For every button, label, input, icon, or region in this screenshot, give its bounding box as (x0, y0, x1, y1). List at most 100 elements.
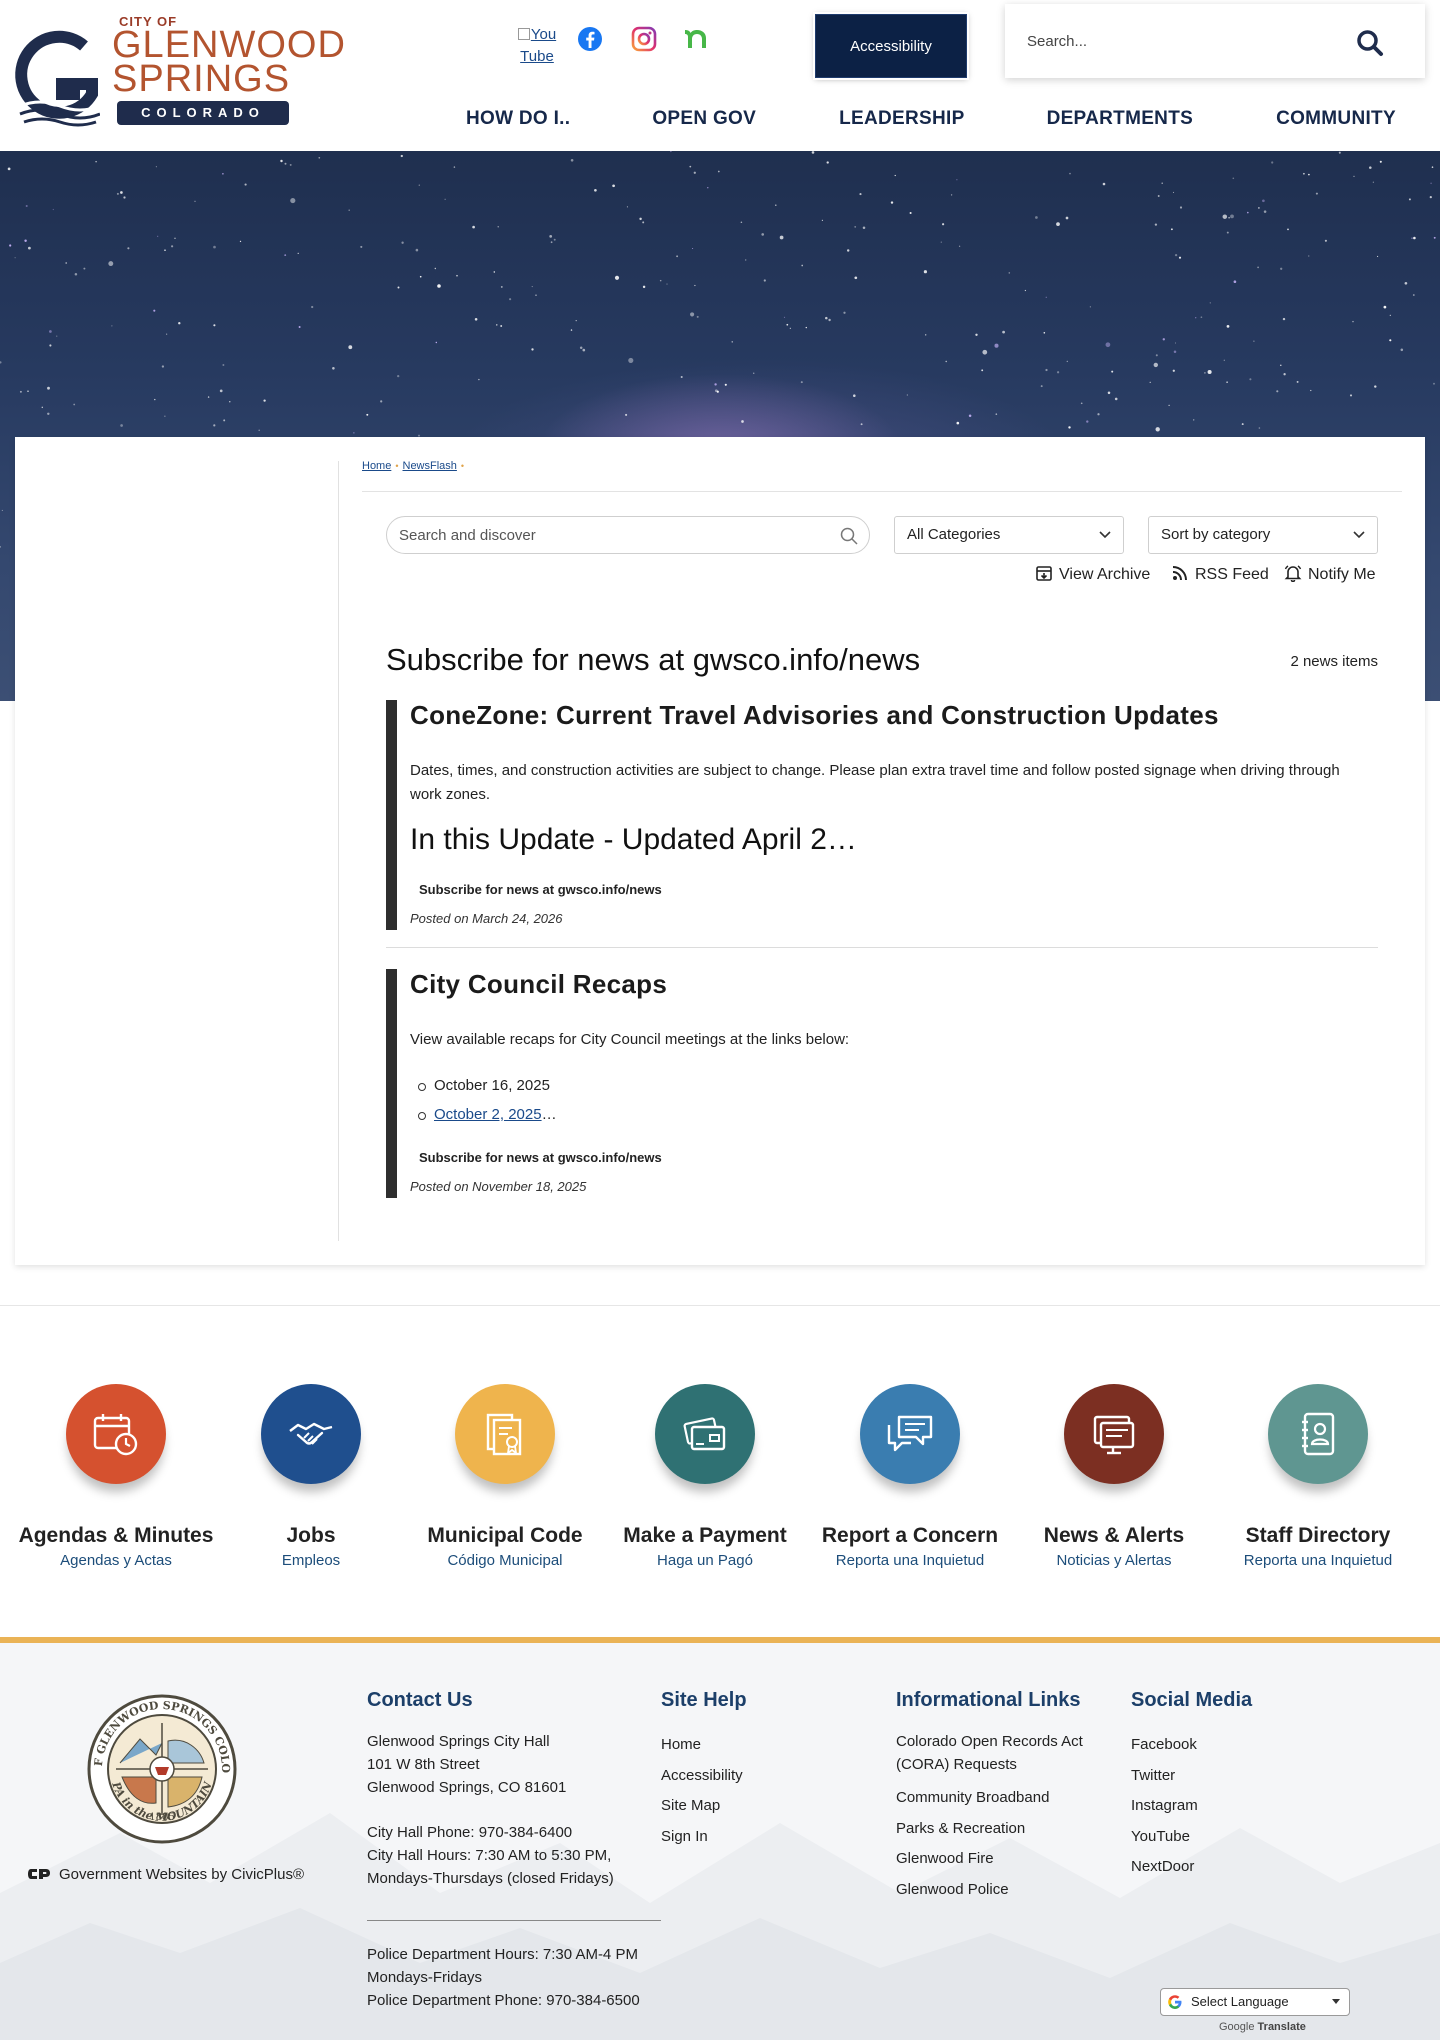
nav-leadership[interactable]: LEADERSHIP (839, 104, 964, 134)
star (415, 248, 419, 252)
main-nav: HOW DO I.. OPEN GOV LEADERSHIP DEPARTMEN… (436, 104, 1436, 134)
star (213, 424, 216, 427)
accessibility-button[interactable]: Accessibility (815, 14, 967, 78)
breadcrumb: Home • NewsFlash • (362, 460, 468, 472)
quick-link-circle (261, 1384, 361, 1484)
civicplus-credit[interactable]: Government Websites by CivicPlus® (27, 1866, 304, 1883)
breadcrumb-newsflash[interactable]: NewsFlash (403, 460, 457, 472)
star (1154, 223, 1158, 226)
contact-divider (367, 1920, 661, 1921)
star (786, 323, 789, 326)
star (1308, 255, 1310, 257)
footer-link-fire[interactable]: Glenwood Fire (896, 1844, 1083, 1875)
recap-link[interactable]: October 2, 2025 (434, 1106, 542, 1123)
star (1433, 236, 1436, 239)
footer-link-broadband[interactable]: Community Broadband (896, 1783, 1083, 1814)
footer-link-cora[interactable]: Colorado Open Records Act (CORA) Requests (896, 1730, 1083, 1776)
star (1249, 378, 1252, 381)
site-footer: 1885 CITY OF GLENWOOD SPRINGS COLORADO S… (0, 1643, 1440, 2040)
star (1276, 390, 1279, 393)
star (1155, 427, 1160, 432)
star (1200, 316, 1203, 319)
star (453, 166, 456, 168)
news-item-count: 2 news items (1290, 653, 1378, 670)
footer-link-home[interactable]: Home (661, 1730, 747, 1761)
star (229, 401, 231, 403)
footer-link-youtube[interactable]: YouTube (1131, 1822, 1252, 1853)
star (1241, 423, 1244, 426)
star (400, 154, 403, 158)
quick-link-subtitle: Reporta una Inquietud (1243, 1552, 1393, 1569)
nav-departments[interactable]: DEPARTMENTS (1047, 104, 1194, 134)
news-item-title[interactable]: ConeZone: Current Travel Advisories and … (410, 700, 1219, 731)
contact-line: Mondays-Thursdays (closed Fridays) (367, 1870, 614, 1887)
sidebar-divider (338, 461, 339, 1241)
star (1045, 296, 1047, 298)
nav-community[interactable]: COMMUNITY (1276, 104, 1396, 134)
star (805, 326, 807, 329)
breadcrumb-home[interactable]: Home (362, 460, 391, 472)
star (612, 184, 615, 188)
star (111, 325, 113, 327)
star (1008, 272, 1011, 274)
footer-link-police[interactable]: Glenwood Police (896, 1875, 1083, 1906)
footer-site-help-heading: Site Help (661, 1689, 747, 1711)
footer-link-site-map[interactable]: Site Map (661, 1791, 747, 1822)
footer-link-instagram[interactable]: Instagram (1131, 1791, 1252, 1822)
star (348, 345, 353, 350)
star (1195, 317, 1197, 319)
star (1283, 373, 1286, 376)
archive-icon (1036, 566, 1052, 581)
sort-select[interactable]: Sort by category (1148, 516, 1378, 554)
search-icon[interactable] (839, 526, 859, 546)
search-icon[interactable] (1355, 28, 1385, 58)
nextdoor-icon[interactable] (682, 25, 710, 53)
cora-line-1: Colorado Open Records Act (896, 1733, 1083, 1750)
footer-link-parks[interactable]: Parks & Recreation (896, 1814, 1083, 1845)
star (244, 183, 247, 186)
language-select[interactable]: Select Language (1160, 1988, 1350, 2016)
star (1086, 420, 1089, 423)
star (153, 309, 156, 312)
star (579, 346, 583, 349)
star (297, 252, 299, 254)
quick-link-circle (455, 1384, 555, 1484)
footer-link-sign-in[interactable]: Sign In (661, 1822, 747, 1853)
footer-link-twitter[interactable]: Twitter (1131, 1761, 1252, 1792)
news-item-posted-date: Posted on November 18, 2025 (410, 1179, 587, 1194)
footer-link-accessibility[interactable]: Accessibility (661, 1761, 747, 1792)
view-archive-label: View Archive (1059, 566, 1151, 583)
rss-feed-link[interactable]: RSS Feed (1171, 564, 1269, 586)
powered-by-google-translate[interactable]: Google Translate (1219, 2021, 1306, 2033)
star (942, 223, 945, 226)
site-search-input[interactable] (1027, 28, 1327, 54)
contact-line: Glenwood Springs City Hall (367, 1733, 550, 1750)
footer-link-nextdoor[interactable]: NextDoor (1131, 1852, 1252, 1883)
news-item-title[interactable]: City Council Recaps (410, 969, 667, 1000)
facebook-icon[interactable] (576, 25, 604, 53)
instagram-icon[interactable] (630, 25, 658, 53)
star (982, 349, 988, 355)
quick-link-circle (860, 1384, 960, 1484)
notify-me-link[interactable]: Notify Me (1284, 564, 1376, 586)
contact-line: City Hall Hours: 7:30 AM to 5:30 PM, (367, 1847, 612, 1864)
star (1372, 181, 1374, 183)
star (1226, 381, 1228, 384)
newsflash-search-input[interactable] (399, 525, 819, 545)
star (1433, 382, 1435, 385)
star (348, 209, 350, 211)
footer-link-facebook[interactable]: Facebook (1131, 1730, 1252, 1761)
star (472, 225, 475, 229)
youtube-link[interactable]: You Tube (514, 24, 560, 68)
star (731, 341, 733, 343)
view-archive-link[interactable]: View Archive (1035, 564, 1150, 586)
city-logo[interactable]: CITY OF GLENWOOD SPRINGS COLORADO (14, 12, 345, 130)
star (478, 378, 480, 381)
star (789, 327, 791, 329)
category-select[interactable]: All Categories (894, 516, 1124, 554)
nav-how-do-i[interactable]: HOW DO I.. (466, 104, 570, 134)
star (65, 262, 68, 264)
star (1262, 199, 1265, 203)
chevron-down-icon (1332, 1999, 1340, 2004)
nav-open-gov[interactable]: OPEN GOV (652, 104, 756, 134)
